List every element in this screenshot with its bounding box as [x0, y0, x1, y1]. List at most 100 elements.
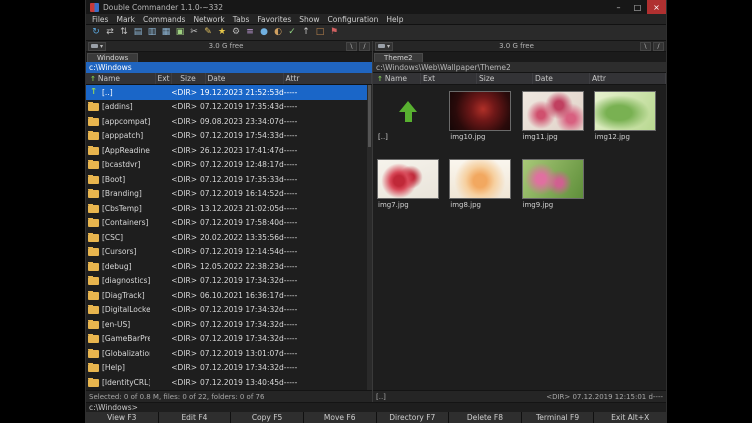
file-row[interactable]: [apppatch]<DIR>07.12.2019 17:54:33d----- — [86, 129, 367, 144]
flat-view-icon[interactable]: ≡ — [244, 27, 256, 39]
menu-item-favorites[interactable]: Favorites — [253, 15, 295, 24]
thumbnails-view-icon[interactable]: ▦ — [160, 27, 172, 39]
right-root-dir-button[interactable]: \ — [640, 42, 651, 51]
folder-icon — [88, 132, 99, 140]
file-row[interactable]: [Branding]<DIR>07.12.2019 16:14:52d----- — [86, 187, 367, 202]
copy-path-icon[interactable]: ▣ — [174, 27, 186, 39]
menu-item-mark[interactable]: Mark — [112, 15, 139, 24]
column-header-ext[interactable]: Ext — [421, 73, 477, 84]
tab-windows[interactable]: Windows — [87, 53, 138, 62]
column-header-size[interactable]: Size — [172, 73, 206, 84]
column-header-ext[interactable]: Ext — [156, 73, 172, 84]
file-size: <DIR> — [166, 349, 200, 358]
command-input[interactable] — [140, 404, 663, 412]
file-row[interactable]: [diagnostics]<DIR>07.12.2019 17:34:32d--… — [86, 274, 367, 289]
right-parent-dir-button[interactable]: / — [653, 42, 664, 51]
edit-icon[interactable]: ✎ — [202, 27, 214, 39]
folder-icon — [88, 161, 99, 169]
left-path-bar[interactable]: c:\Windows — [86, 62, 372, 73]
file-row[interactable]: [DigitalLocker]<DIR>07.12.2019 17:34:32d… — [86, 303, 367, 318]
refresh-icon[interactable]: ↻ — [90, 27, 102, 39]
swap-panels-icon[interactable]: ⇄ — [104, 27, 116, 39]
thumbnail-item[interactable]: img8.jpg — [448, 158, 518, 222]
minimize-button[interactable]: – — [609, 0, 628, 14]
menu-item-commands[interactable]: Commands — [139, 15, 189, 24]
fn-button-terminal-f9[interactable]: Terminal F9 — [522, 412, 594, 423]
file-row[interactable]: [Containers]<DIR>07.12.2019 17:58:40d---… — [86, 216, 367, 231]
file-row[interactable]: [IdentityCRL]<DIR>07.12.2019 13:40:45d--… — [86, 375, 367, 390]
file-attr: d----- — [279, 131, 367, 140]
right-drive-select-button[interactable]: ▾ — [375, 42, 393, 51]
file-row[interactable]: [AppReadiness]<DIR>26.12.2023 17:41:47d-… — [86, 143, 367, 158]
fn-button-exit-alt-x[interactable]: Exit Alt+X — [594, 412, 666, 423]
column-header-attr[interactable]: Attr — [590, 73, 666, 84]
file-attr: d----- — [279, 262, 367, 271]
file-row[interactable]: [DiagTrack]<DIR>06.10.2021 16:36:17d----… — [86, 288, 367, 303]
fn-button-move-f6[interactable]: Move F6 — [304, 412, 376, 423]
file-row[interactable]: [Cursors]<DIR>07.12.2019 12:14:54d----- — [86, 245, 367, 260]
fn-button-view-f3[interactable]: View F3 — [86, 412, 158, 423]
column-header-attr[interactable]: Attr — [284, 73, 373, 84]
flag-icon[interactable]: ⚑ — [328, 27, 340, 39]
file-row[interactable]: ↑[..]<DIR>19.12.2023 21:52:53d----- — [86, 85, 367, 100]
file-row[interactable]: [CSC]<DIR>20.02.2022 13:35:56d----- — [86, 230, 367, 245]
file-attr: d----- — [279, 378, 367, 387]
file-row[interactable]: [en-US]<DIR>07.12.2019 17:34:32d----- — [86, 317, 367, 332]
goto-parent-icon[interactable]: ↑ — [300, 27, 312, 39]
column-header-size[interactable]: Size — [477, 73, 533, 84]
file-name: [appcompat] — [102, 117, 150, 126]
fn-button-edit-f4[interactable]: Edit F4 — [159, 412, 231, 423]
options-icon[interactable]: ⚙ — [230, 27, 242, 39]
file-row[interactable]: [Help]<DIR>07.12.2019 17:34:32d----- — [86, 361, 367, 376]
left-scrollbar[interactable] — [367, 85, 372, 390]
close-button[interactable]: × — [647, 0, 666, 14]
file-size: <DIR> — [166, 131, 200, 140]
brief-view-icon[interactable]: ▤ — [132, 27, 144, 39]
file-name: [DiagTrack] — [102, 291, 145, 300]
left-parent-dir-button[interactable]: / — [359, 42, 370, 51]
menu-item-help[interactable]: Help — [382, 15, 407, 24]
file-row[interactable]: [addins]<DIR>07.12.2019 17:35:43d----- — [86, 100, 367, 115]
file-row[interactable]: [appcompat]<DIR>09.08.2023 23:34:07d----… — [86, 114, 367, 129]
menu-item-configuration[interactable]: Configuration — [324, 15, 383, 24]
tab-theme2[interactable]: Theme2 — [374, 53, 423, 62]
maximize-button[interactable]: □ — [628, 0, 647, 14]
file-date: 26.12.2023 17:41:47 — [200, 146, 279, 155]
left-scrollbar-thumb[interactable] — [368, 85, 371, 147]
favorites-icon[interactable]: ★ — [216, 27, 228, 39]
title-bar[interactable]: Double Commander 1.1.0-~332 – □ × — [86, 0, 666, 14]
menu-item-files[interactable]: Files — [88, 15, 112, 24]
menu-item-network[interactable]: Network — [189, 15, 228, 24]
file-row[interactable]: [Globalization]<DIR>07.12.2019 13:01:07d… — [86, 346, 367, 361]
column-header-name[interactable]: ↑Name — [86, 73, 156, 84]
archive-icon[interactable]: □ — [314, 27, 326, 39]
fn-button-delete-f8[interactable]: Delete F8 — [449, 412, 521, 423]
cut-icon[interactable]: ✂ — [188, 27, 200, 39]
file-row[interactable]: [GameBarPresenceWriter]<DIR>07.12.2019 1… — [86, 332, 367, 347]
file-row[interactable]: [CbsTemp]<DIR>13.12.2023 21:02:05d----- — [86, 201, 367, 216]
file-row[interactable]: [Boot]<DIR>07.12.2019 17:35:33d----- — [86, 172, 367, 187]
thumbnail-item[interactable]: img10.jpg — [448, 90, 518, 154]
column-header-date[interactable]: Date — [533, 73, 590, 84]
menu-item-tabs[interactable]: Tabs — [229, 15, 254, 24]
thumbnail-item[interactable]: img7.jpg — [376, 158, 446, 222]
search-icon[interactable]: ● — [258, 27, 270, 39]
left-drive-select-button[interactable]: ▾ — [88, 42, 106, 51]
menu-item-show[interactable]: Show — [295, 15, 323, 24]
thumbnail-item[interactable]: [..] — [376, 90, 446, 154]
thumbnail-item[interactable]: img11.jpg — [521, 90, 591, 154]
fn-button-directory-f7[interactable]: Directory F7 — [377, 412, 449, 423]
compare-icon[interactable]: ◐ — [272, 27, 284, 39]
file-row[interactable]: [bcastdvr]<DIR>07.12.2019 12:48:17d----- — [86, 158, 367, 173]
column-header-name[interactable]: ↑Name — [373, 73, 421, 84]
thumbnail-item[interactable]: img12.jpg — [593, 90, 663, 154]
full-view-icon[interactable]: ▥ — [146, 27, 158, 39]
fn-button-copy-f5[interactable]: Copy F5 — [231, 412, 303, 423]
column-header-date[interactable]: Date — [206, 73, 284, 84]
file-row[interactable]: [debug]<DIR>12.05.2022 22:38:23d----- — [86, 259, 367, 274]
left-root-dir-button[interactable]: \ — [346, 42, 357, 51]
checksum-icon[interactable]: ✓ — [286, 27, 298, 39]
thumbnail-item[interactable]: img9.jpg — [521, 158, 591, 222]
horizontal-panels-icon[interactable]: ⇅ — [118, 27, 130, 39]
right-path-bar[interactable]: c:\Windows\Web\Wallpaper\Theme2 — [373, 62, 666, 73]
